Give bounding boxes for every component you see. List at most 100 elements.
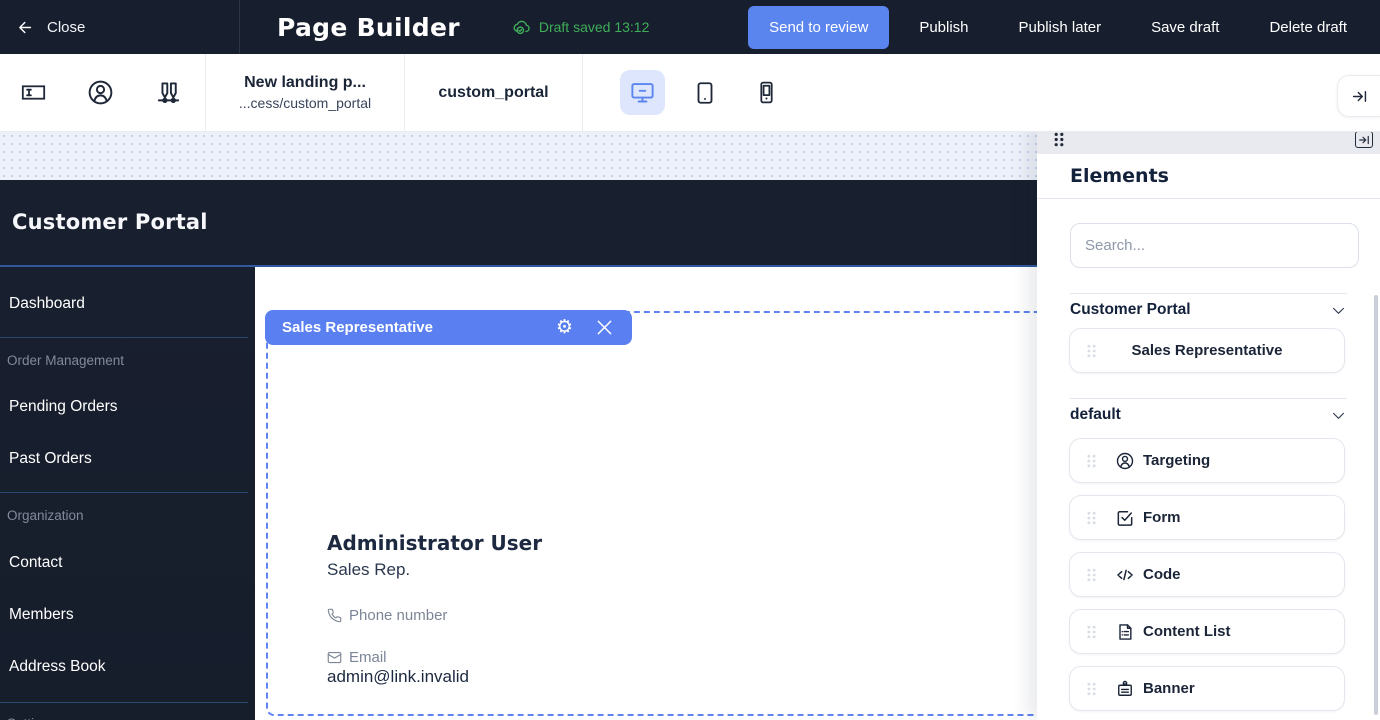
- top-bar: Close Page Builder Draft saved 13:12 Sen…: [0, 0, 1380, 54]
- element-label: Banner: [1143, 680, 1195, 697]
- collapse-right-icon: [1358, 134, 1370, 146]
- panel-scrollbar[interactable]: [1374, 295, 1378, 715]
- element-card-code[interactable]: Code: [1069, 552, 1345, 597]
- divider: [1037, 198, 1380, 199]
- drag-handle-icon[interactable]: [1053, 132, 1065, 147]
- nav-item-dashboard[interactable]: Dashboard: [9, 295, 85, 313]
- draft-status-label: Draft saved 13:12: [539, 19, 650, 35]
- audience-tool-button[interactable]: [86, 78, 115, 107]
- save-draft-button[interactable]: Save draft: [1126, 6, 1244, 49]
- element-remove-button[interactable]: [594, 317, 615, 338]
- element-card-sales-representative[interactable]: Sales Representative: [1069, 328, 1345, 373]
- page-slug: custom_portal: [438, 84, 548, 102]
- element-label: Code: [1143, 566, 1181, 583]
- user-circle-icon: [86, 78, 115, 107]
- divider: [1070, 398, 1347, 399]
- text-field-tool-button[interactable]: [20, 79, 47, 106]
- section-title: Customer Portal: [1070, 301, 1191, 319]
- email-label: Email: [349, 649, 387, 666]
- chevron-down-icon: [1330, 302, 1347, 319]
- section-title: default: [1070, 406, 1121, 424]
- divider: [1070, 293, 1347, 294]
- chevron-down-icon: [1330, 407, 1347, 424]
- publish-later-button[interactable]: Publish later: [994, 6, 1127, 49]
- element-settings-button[interactable]: ⚙: [556, 318, 573, 337]
- nav-group-settings: Settings: [7, 716, 56, 720]
- banner-icon: [1115, 679, 1135, 699]
- device-preview-toggle: [620, 54, 789, 131]
- panel-title: Elements: [1070, 165, 1169, 187]
- drag-handle-icon[interactable]: [1086, 682, 1097, 696]
- element-card-targeting[interactable]: Targeting: [1069, 438, 1345, 483]
- elements-search-input[interactable]: [1070, 223, 1359, 268]
- profile-name: Administrator User: [327, 531, 542, 555]
- collapse-right-icon: [1350, 87, 1369, 106]
- device-mobile-button[interactable]: [744, 70, 789, 115]
- tablet-icon: [692, 80, 718, 106]
- publish-button[interactable]: Publish: [894, 6, 993, 49]
- close-button[interactable]: Close: [0, 0, 240, 54]
- draft-status: Draft saved 13:12: [512, 18, 650, 37]
- desktop-icon: [629, 79, 656, 106]
- collapse-panel-button[interactable]: [1337, 75, 1380, 117]
- device-desktop-button[interactable]: [620, 70, 665, 115]
- panel-collapse-button[interactable]: [1355, 131, 1373, 148]
- element-label: Targeting: [1143, 452, 1210, 469]
- form-icon: [1115, 508, 1135, 528]
- drag-handle-icon[interactable]: [1086, 511, 1097, 525]
- phone-label: Phone number: [349, 607, 447, 624]
- drag-handle-icon[interactable]: [1086, 625, 1097, 639]
- sliders-vertical-icon: [154, 78, 183, 107]
- element-label: Form: [1143, 509, 1181, 526]
- chip-actions: ⚙: [556, 317, 632, 338]
- nav-item-past-orders[interactable]: Past Orders: [9, 450, 92, 468]
- nav-item-members[interactable]: Members: [9, 606, 74, 624]
- page-name-selector[interactable]: New landing p... ...cess/custom_portal: [205, 54, 404, 131]
- text-input-icon: [20, 79, 47, 106]
- nav-divider: [0, 337, 248, 338]
- preview-side-nav: Dashboard Order Management Pending Order…: [0, 267, 255, 720]
- close-label: Close: [47, 19, 85, 36]
- element-card-content-list[interactable]: Content List: [1069, 609, 1345, 654]
- tool-icon-group: [0, 54, 205, 131]
- selected-element-chip[interactable]: Sales Representative ⚙: [265, 310, 632, 345]
- preview-page-title: Customer Portal: [12, 210, 208, 234]
- builder-toolbar: New landing p... ...cess/custom_portal c…: [0, 54, 1380, 132]
- app-title: Page Builder: [277, 13, 460, 42]
- sliders-tool-button[interactable]: [154, 78, 183, 107]
- profile-email-row: Email: [327, 649, 387, 666]
- element-card-banner[interactable]: Banner: [1069, 666, 1345, 711]
- nav-item-contact[interactable]: Contact: [9, 554, 62, 572]
- send-to-review-button[interactable]: Send to review: [748, 6, 889, 49]
- profile-phone-row: Phone number: [327, 607, 447, 624]
- page-name: New landing p...: [244, 74, 366, 92]
- arrow-left-icon: [17, 19, 34, 36]
- content-list-icon: [1115, 622, 1135, 642]
- nav-item-pending-orders[interactable]: Pending Orders: [9, 398, 118, 416]
- selected-element-label: Sales Representative: [265, 319, 556, 336]
- page-slug-selector[interactable]: custom_portal: [404, 54, 583, 131]
- targeting-icon: [1115, 451, 1135, 471]
- drag-handle-icon[interactable]: [1086, 454, 1097, 468]
- device-tablet-button[interactable]: [682, 70, 727, 115]
- element-label: Sales Representative: [1070, 342, 1344, 359]
- profile-role: Sales Rep.: [327, 560, 410, 580]
- page-path: ...cess/custom_portal: [239, 95, 371, 111]
- section-header-default[interactable]: default: [1070, 406, 1347, 424]
- drag-handle-icon[interactable]: [1086, 568, 1097, 582]
- close-icon: [594, 317, 615, 338]
- mobile-icon: [754, 80, 779, 105]
- envelope-icon: [327, 650, 342, 665]
- nav-divider: [0, 702, 248, 703]
- delete-draft-button[interactable]: Delete draft: [1244, 6, 1372, 49]
- cloud-check-icon: [512, 18, 531, 37]
- elements-panel: Elements Customer Portal Sales Represent…: [1037, 125, 1380, 720]
- nav-group-order-management: Order Management: [7, 353, 124, 368]
- element-card-form[interactable]: Form: [1069, 495, 1345, 540]
- profile-email-value: admin@link.invalid: [327, 667, 469, 687]
- gear-icon: ⚙: [556, 318, 573, 337]
- code-icon: [1115, 565, 1135, 585]
- topbar-actions: Send to review Publish Publish later Sav…: [748, 6, 1380, 49]
- nav-item-address-book[interactable]: Address Book: [9, 658, 106, 676]
- section-header-customer-portal[interactable]: Customer Portal: [1070, 301, 1347, 319]
